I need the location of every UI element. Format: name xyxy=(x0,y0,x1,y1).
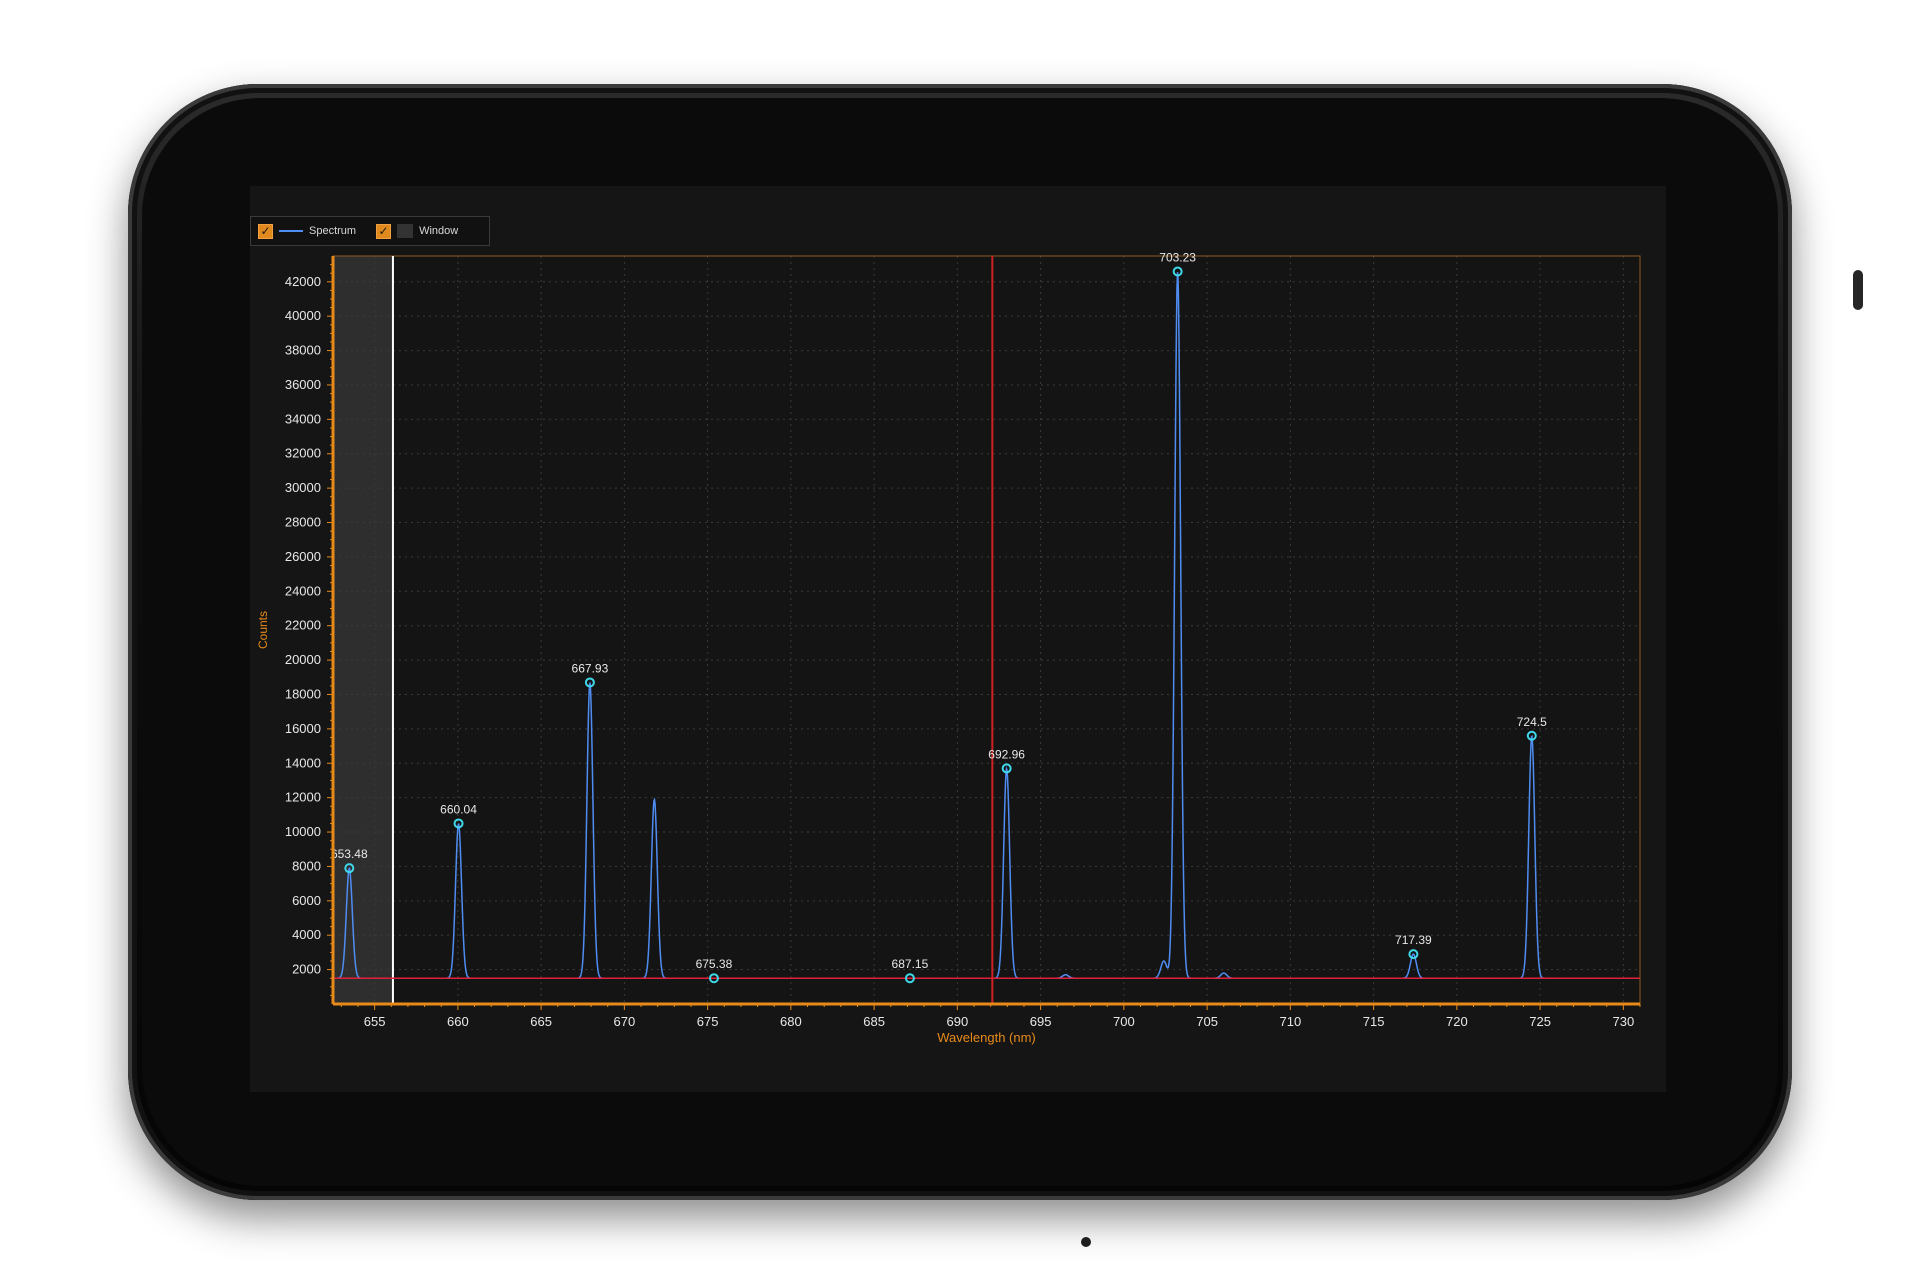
app-screen: 653.48 660.04 667.93 675.38 687.15 692.96 703.… xyxy=(250,186,1666,1092)
y-tick-label: 12000 xyxy=(285,790,321,805)
x-tick-label: 660 xyxy=(447,1014,469,1029)
x-tick-label: 725 xyxy=(1529,1014,1551,1029)
y-tick-label: 34000 xyxy=(285,411,321,426)
legend: ✓ Spectrum ✓ Window xyxy=(250,216,490,246)
y-tick-label: 26000 xyxy=(285,549,321,564)
x-tick-label: 675 xyxy=(697,1014,719,1029)
peak-label: 724.5 xyxy=(1517,715,1547,729)
peak-label: 692.96 xyxy=(988,747,1025,761)
legend-label-window: Window xyxy=(419,225,459,237)
x-tick-label: 655 xyxy=(364,1014,386,1029)
plot-background xyxy=(333,256,1640,1004)
peak-label: 667.93 xyxy=(572,661,609,675)
y-tick-label: 6000 xyxy=(292,893,321,908)
home-indicator xyxy=(1081,1237,1091,1247)
y-tick-label: 20000 xyxy=(285,652,321,667)
y-tick-label: 24000 xyxy=(285,583,321,598)
x-tick-label: 670 xyxy=(614,1014,636,1029)
x-tick-label: 665 xyxy=(530,1014,552,1029)
y-axis-title: Counts xyxy=(256,611,270,649)
peak-label: 703.23 xyxy=(1159,250,1196,264)
x-axis-title: Wavelength (nm) xyxy=(937,1030,1036,1045)
y-tick-label: 16000 xyxy=(285,721,321,736)
y-tick-label: 14000 xyxy=(285,755,321,770)
y-tick-label: 28000 xyxy=(285,515,321,530)
y-tick-label: 36000 xyxy=(285,377,321,392)
x-tick-label: 720 xyxy=(1446,1014,1468,1029)
x-tick-label: 710 xyxy=(1280,1014,1302,1029)
spectrum-chart[interactable]: 653.48 660.04 667.93 675.38 687.15 692.96 703.… xyxy=(250,186,1666,1092)
y-tick-label: 2000 xyxy=(292,962,321,977)
spectrum-checkbox[interactable]: ✓ xyxy=(258,223,273,239)
y-tick-label: 8000 xyxy=(292,858,321,873)
peak-label: 675.38 xyxy=(696,957,733,971)
peak-label: 687.15 xyxy=(892,957,929,971)
x-tick-label: 705 xyxy=(1196,1014,1218,1029)
peak-label: 660.04 xyxy=(440,802,477,816)
y-tick-label: 18000 xyxy=(285,686,321,701)
y-tick-label: 32000 xyxy=(285,446,321,461)
window-legend-swatch xyxy=(397,224,414,238)
y-tick-label: 40000 xyxy=(285,308,321,323)
peak-label: 653.48 xyxy=(331,847,368,861)
x-tick-label: 715 xyxy=(1363,1014,1385,1029)
x-tick-label: 685 xyxy=(863,1014,885,1029)
y-tick-label: 4000 xyxy=(292,927,321,942)
x-tick-label: 700 xyxy=(1113,1014,1135,1029)
spectrum-legend-line xyxy=(279,230,303,232)
y-tick-label: 10000 xyxy=(285,824,321,839)
window-checkbox[interactable]: ✓ xyxy=(376,223,392,239)
x-tick-label: 695 xyxy=(1030,1014,1052,1029)
y-tick-label: 30000 xyxy=(285,480,321,495)
y-tick-label: 38000 xyxy=(285,343,321,358)
y-tick-label: 22000 xyxy=(285,618,321,633)
x-tick-label: 730 xyxy=(1612,1014,1634,1029)
peak-label: 717.39 xyxy=(1395,933,1432,947)
window-region xyxy=(333,256,393,1004)
x-tick-label: 690 xyxy=(947,1014,969,1029)
side-button xyxy=(1853,270,1863,310)
x-tick-label: 680 xyxy=(780,1014,802,1029)
legend-label-spectrum: Spectrum xyxy=(309,225,357,237)
y-tick-label: 42000 xyxy=(285,274,321,289)
